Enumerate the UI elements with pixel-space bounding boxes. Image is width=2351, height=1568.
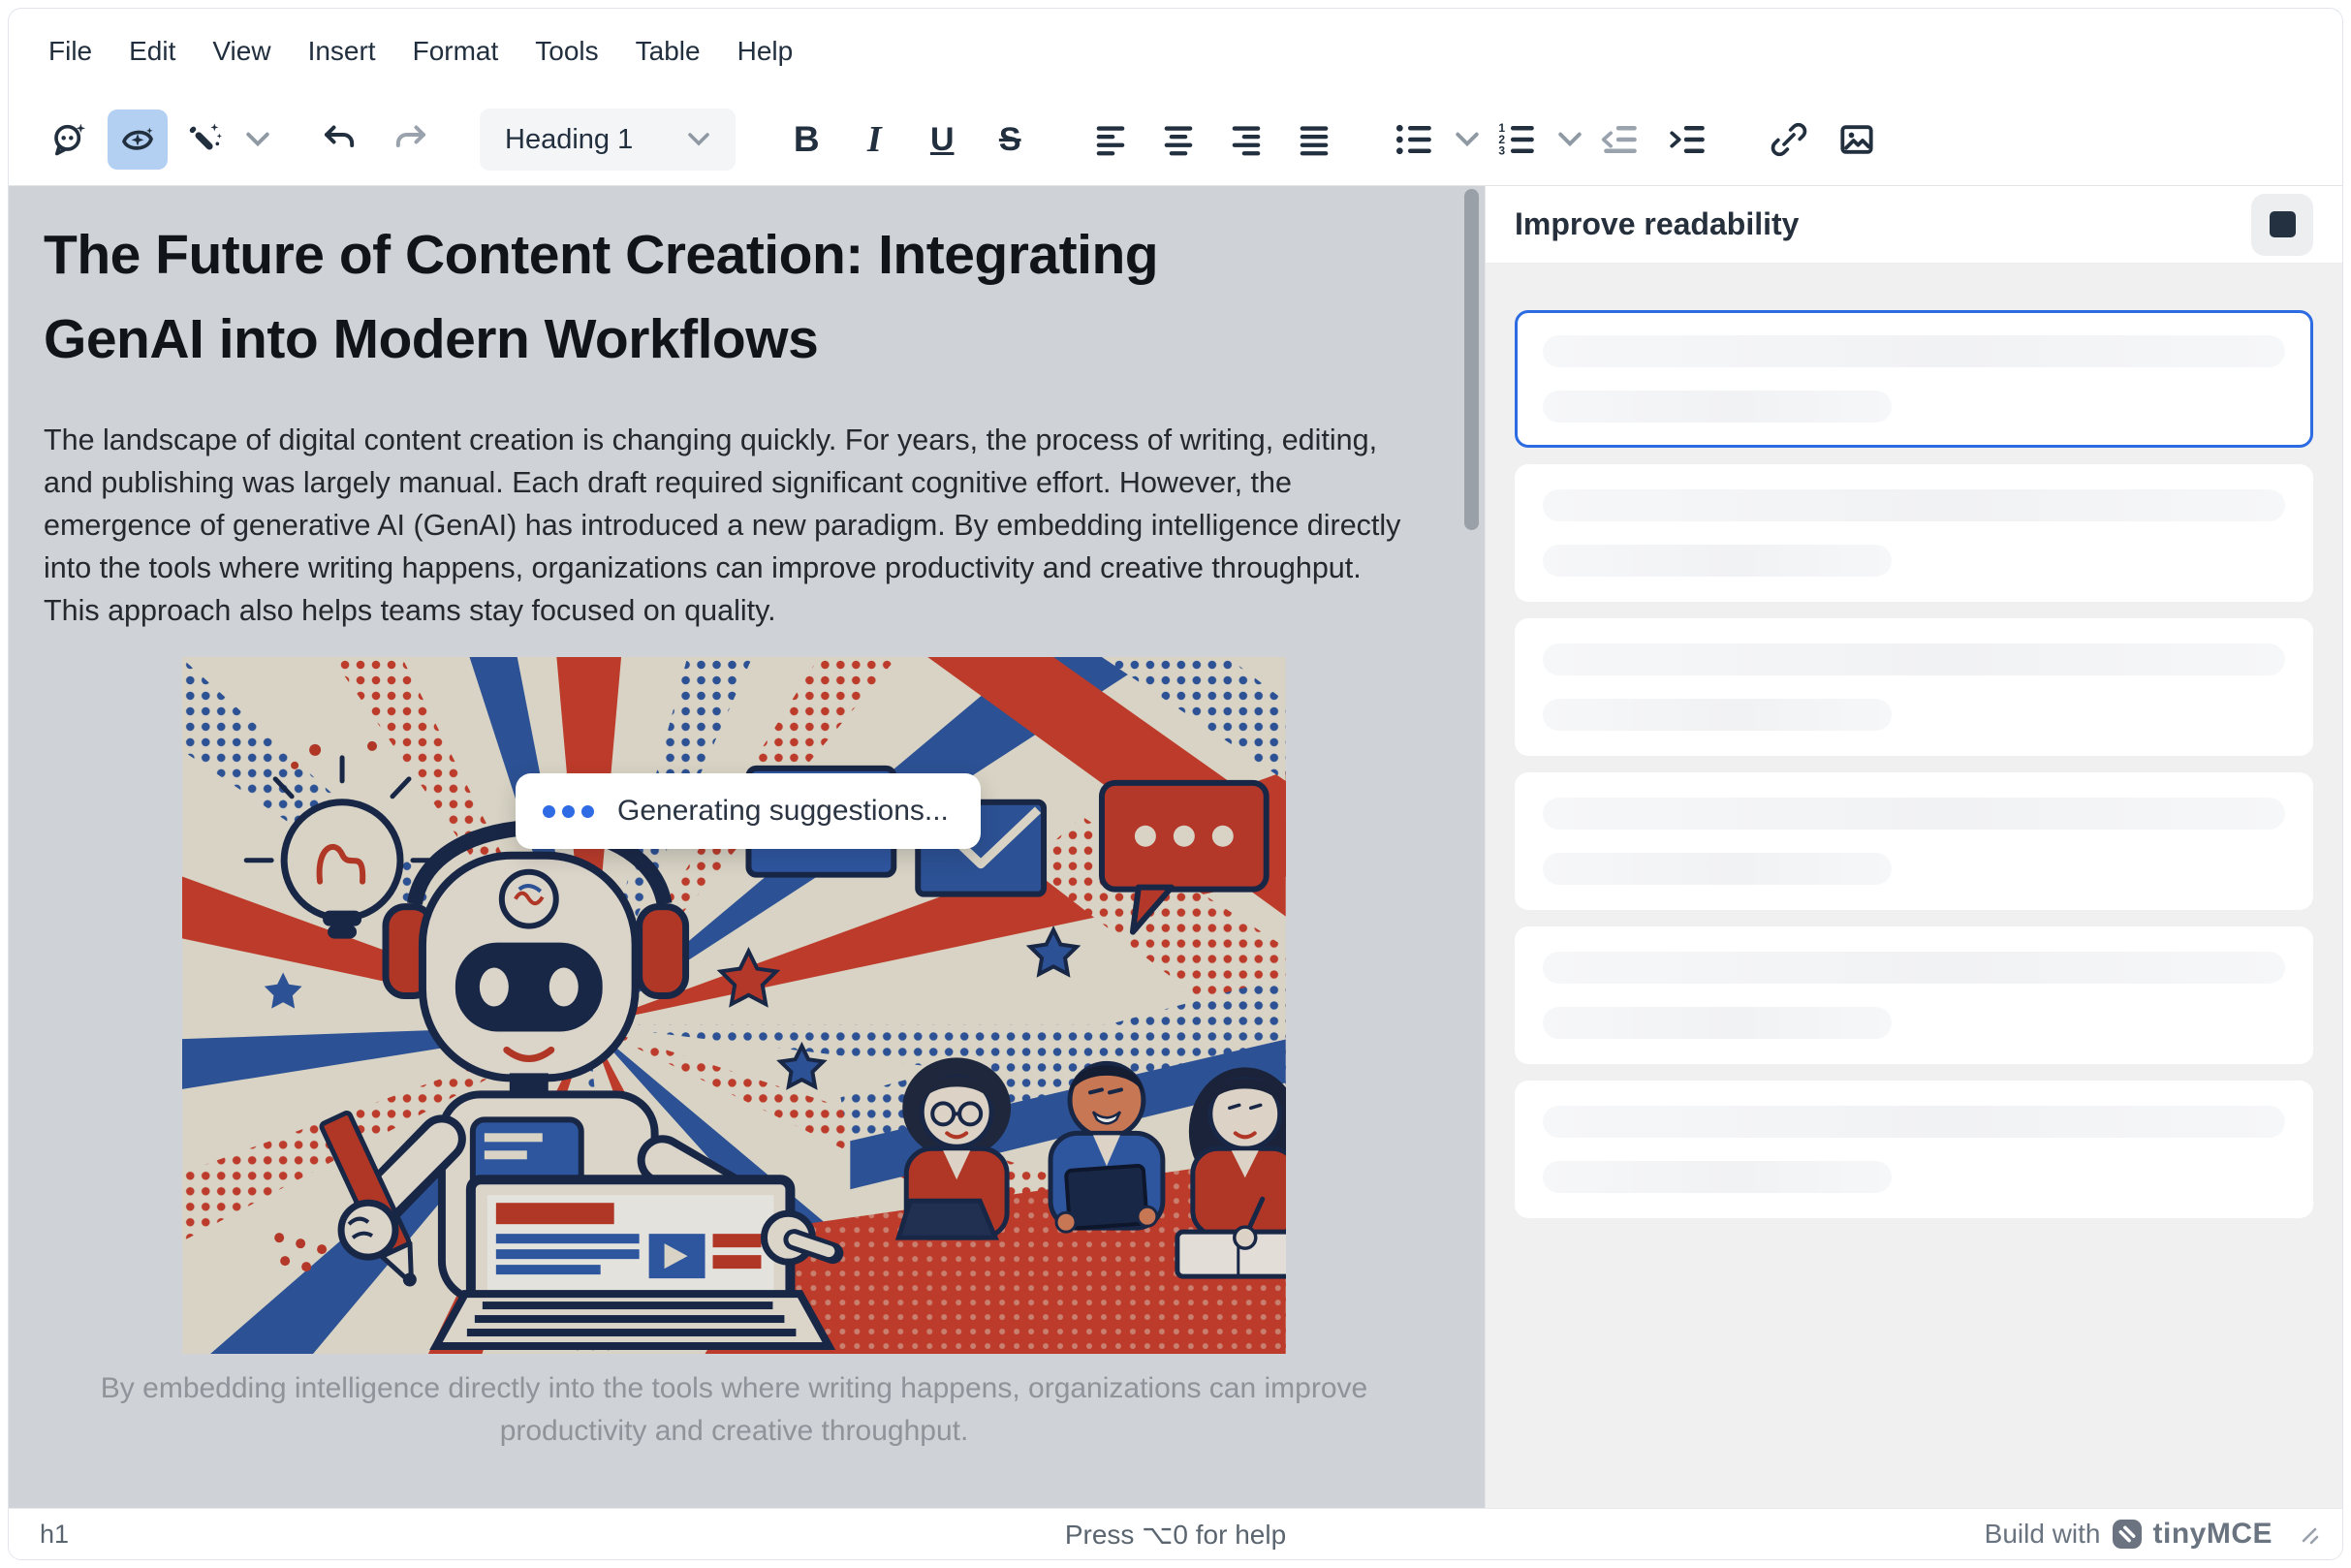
- menubar: File Edit View Insert Format Tools Table…: [9, 9, 2342, 94]
- chevron-down-icon: [687, 132, 710, 147]
- chevron-down-icon[interactable]: [1557, 131, 1583, 148]
- menu-view[interactable]: View: [194, 24, 289, 78]
- menu-tools[interactable]: Tools: [517, 24, 616, 78]
- menu-file[interactable]: File: [30, 24, 110, 78]
- bold-button[interactable]: B: [776, 110, 836, 170]
- redo-icon: [390, 120, 428, 159]
- scrollbar-thumb[interactable]: [1464, 189, 1479, 530]
- menu-table[interactable]: Table: [617, 24, 719, 78]
- loading-dots: [543, 805, 594, 818]
- undo-icon: [322, 120, 360, 159]
- skeleton-bar: [1543, 1106, 2285, 1138]
- document-figure: Generating suggestions...: [182, 657, 1286, 1354]
- skeleton-bar: [1543, 545, 1892, 577]
- italic-button[interactable]: I: [844, 110, 904, 170]
- ai-chat-icon: [50, 120, 89, 159]
- image-caption: By embedding intelligence directly into …: [90, 1367, 1379, 1453]
- format-select[interactable]: Heading 1: [480, 109, 736, 171]
- suggestion-skeleton-card[interactable]: [1515, 1081, 2313, 1218]
- suggestion-skeleton-card[interactable]: [1515, 772, 2313, 910]
- numbered-list-icon: 1 2 3: [1497, 121, 1538, 158]
- sidebar-header: Improve readability: [1486, 186, 2342, 264]
- brand-prefix: Build with: [1985, 1519, 2101, 1550]
- statusbar: h1 Press ⌥0 for help Build with tinyMCE: [9, 1508, 2342, 1559]
- skeleton-bar: [1543, 489, 2285, 521]
- brand-name: tinyMCE: [2153, 1518, 2273, 1551]
- chevron-down-icon[interactable]: [245, 131, 270, 148]
- suggestion-skeleton-card[interactable]: [1515, 618, 2313, 756]
- svg-text:3: 3: [1499, 144, 1506, 158]
- document-title: The Future of Content Creation: Integrat…: [44, 213, 1425, 382]
- image-icon: [1837, 120, 1876, 159]
- skeleton-bar: [1543, 699, 1892, 731]
- generating-suggestions-toast: Generating suggestions...: [516, 773, 981, 849]
- menu-edit[interactable]: Edit: [110, 24, 194, 78]
- skeleton-bar: [1543, 391, 1892, 423]
- laptop-doodle: [436, 1179, 829, 1346]
- numbered-list-button[interactable]: 1 2 3: [1488, 110, 1548, 170]
- skeleton-bar: [1543, 643, 2285, 675]
- skeleton-bar: [1543, 1161, 1892, 1193]
- tinymce-logo-icon: [2111, 1518, 2144, 1551]
- align-center-icon: [1159, 120, 1198, 159]
- suggestion-skeleton-card[interactable]: [1515, 926, 2313, 1064]
- align-justify-icon: [1295, 120, 1333, 159]
- align-right-icon: [1227, 120, 1266, 159]
- ai-shortcuts-button[interactable]: [175, 110, 235, 170]
- align-right-button[interactable]: [1216, 110, 1276, 170]
- align-left-icon: [1091, 120, 1130, 159]
- menu-help[interactable]: Help: [719, 24, 812, 78]
- stop-icon: [2270, 211, 2296, 237]
- ai-sidebar: Improve readability: [1485, 186, 2342, 1508]
- ai-review-icon: [118, 120, 157, 159]
- toolbar: Heading 1 B I U S: [9, 94, 2342, 185]
- skeleton-bar: [1543, 1007, 1892, 1039]
- skeleton-bar: [1543, 952, 2285, 984]
- link-icon: [1770, 120, 1808, 159]
- suggestion-skeleton-card[interactable]: [1515, 310, 2313, 448]
- bullet-list-button[interactable]: [1385, 110, 1445, 170]
- skeleton-bar: [1543, 335, 2285, 367]
- indent-button[interactable]: [1658, 110, 1718, 170]
- menu-insert[interactable]: Insert: [290, 24, 394, 78]
- bullet-list-icon: [1395, 121, 1435, 158]
- magic-wand-icon: [186, 120, 225, 159]
- generating-label: Generating suggestions...: [617, 795, 949, 828]
- link-button[interactable]: [1759, 110, 1819, 170]
- format-select-value: Heading 1: [505, 124, 633, 156]
- branding: Build with tinyMCE: [1985, 1518, 2321, 1551]
- underline-button[interactable]: U: [912, 110, 972, 170]
- suggestion-skeleton-card[interactable]: [1515, 464, 2313, 602]
- editor-canvas[interactable]: The Future of Content Creation: Integrat…: [9, 186, 1459, 1508]
- main-area: The Future of Content Creation: Integrat…: [9, 185, 2342, 1508]
- chevron-down-icon[interactable]: [1455, 131, 1480, 148]
- menu-format[interactable]: Format: [394, 24, 517, 78]
- skeleton-bar: [1543, 798, 2285, 830]
- align-justify-button[interactable]: [1284, 110, 1344, 170]
- sidebar-title: Improve readability: [1515, 206, 2251, 242]
- undo-button[interactable]: [311, 110, 371, 170]
- content-illustration[interactable]: [182, 657, 1286, 1354]
- outdent-button[interactable]: [1590, 110, 1650, 170]
- strikethrough-button[interactable]: S: [980, 110, 1040, 170]
- outdent-icon: [1600, 121, 1641, 158]
- document-paragraph: The landscape of digital content creatio…: [44, 419, 1414, 632]
- align-center-button[interactable]: [1148, 110, 1208, 170]
- stop-generation-button[interactable]: [2251, 194, 2313, 256]
- indent-icon: [1668, 121, 1708, 158]
- image-button[interactable]: [1827, 110, 1887, 170]
- resize-handle-icon[interactable]: [2296, 1521, 2321, 1547]
- ai-chat-button[interactable]: [40, 110, 100, 170]
- redo-button[interactable]: [379, 110, 439, 170]
- suggestions-list: [1486, 264, 2342, 1508]
- align-left-button[interactable]: [1081, 110, 1141, 170]
- ai-review-button[interactable]: [108, 110, 168, 170]
- skeleton-bar: [1543, 853, 1892, 885]
- editor-scrollbar: [1459, 186, 1485, 1508]
- editor-window: File Edit View Insert Format Tools Table…: [8, 8, 2343, 1560]
